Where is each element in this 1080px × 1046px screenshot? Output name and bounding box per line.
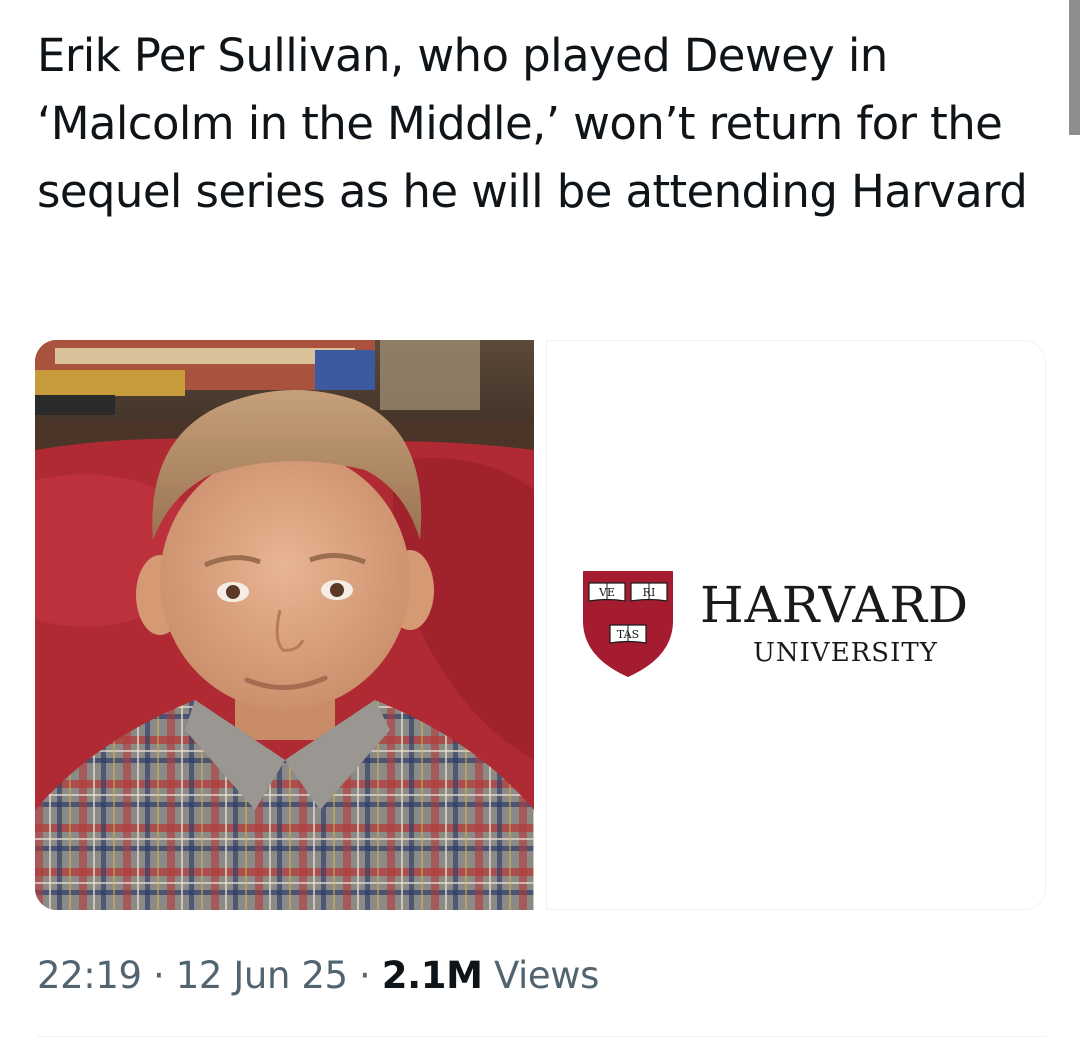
photo-boy-illustration [35,340,534,910]
shield-word-ri: RI [643,586,656,599]
tweet-media[interactable]: VE RI TAS HARVARD UNIVERSITY [35,340,1046,910]
scrollbar[interactable] [1069,0,1080,135]
tweet-text: Erik Per Sullivan, who played Dewey in ‘… [37,29,1028,218]
harvard-subtitle: UNIVERSITY [753,638,938,668]
photo-boy[interactable] [35,340,534,910]
divider [37,1036,1046,1037]
harvard-wordmark: HARVARD [700,576,970,634]
meta-separator: · [153,954,165,997]
views-label: Views [493,954,600,997]
tweet-meta: 22:19 · 12 Jun 25 · 2.1M Views [37,948,599,1004]
harvard-shield-icon: VE RI TAS [583,571,673,677]
harvard-logo-card[interactable]: VE RI TAS HARVARD UNIVERSITY [546,340,1046,910]
shield-word-ve: VE [598,586,615,599]
meta-separator: · [359,954,371,997]
views-count[interactable]: 2.1M [382,954,483,997]
tweet-date[interactable]: 12 Jun 25 [176,954,348,997]
shield-word-tas: TAS [617,628,639,641]
tweet-time[interactable]: 22:19 [37,954,142,997]
